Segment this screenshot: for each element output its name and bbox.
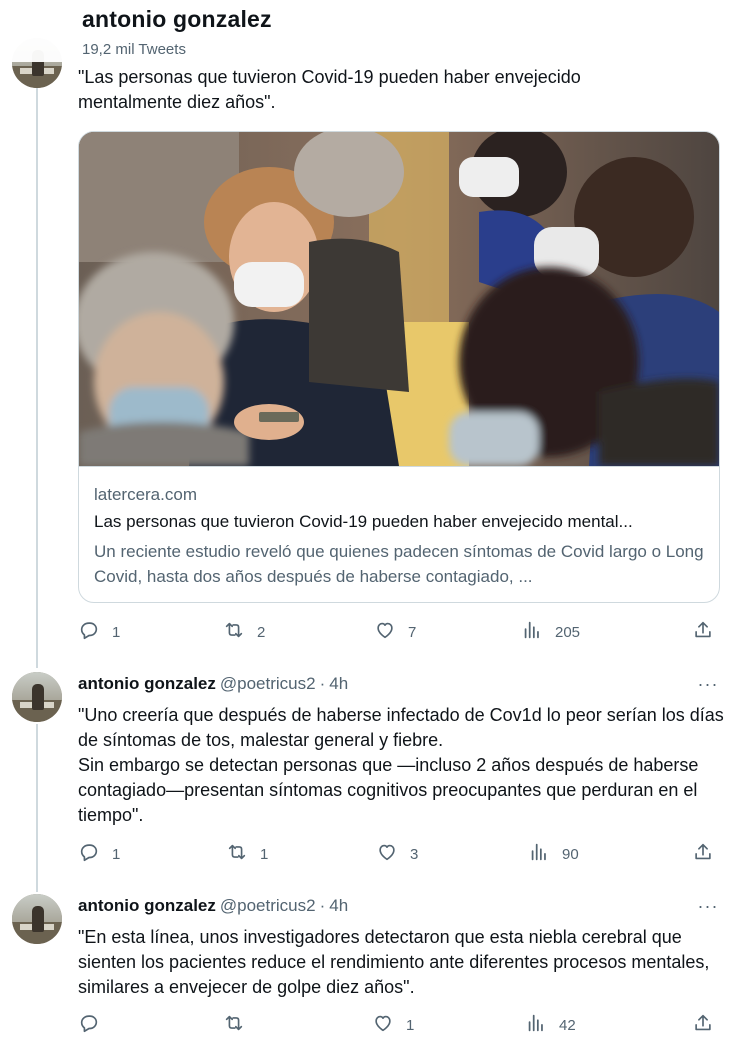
tweet-text: "En esta línea, unos investigadores dete…: [78, 927, 710, 997]
reply-button[interactable]: [78, 1013, 112, 1037]
tweet-text: "Uno creería que después de haberse infe…: [78, 705, 724, 825]
like-button[interactable]: 3: [376, 842, 418, 866]
like-count: 3: [410, 845, 419, 863]
retweet-count: 1: [260, 845, 269, 863]
views-icon: [525, 1012, 547, 1038]
separator-dot: ·: [319, 674, 326, 693]
card-domain: latercera.com: [94, 485, 197, 504]
views-icon: [528, 841, 550, 867]
share-icon: [692, 619, 714, 645]
views-button[interactable]: 42: [525, 1013, 576, 1037]
profile-header: antonio gonzalez 19,2 mil Tweets: [0, 0, 738, 62]
retweet-count: 2: [257, 623, 266, 641]
header-tweet-count: 19,2 mil Tweets: [82, 41, 186, 58]
retweet-icon: [226, 841, 248, 867]
more-icon[interactable]: ···: [696, 674, 720, 694]
retweet-button[interactable]: 2: [223, 620, 265, 644]
reply-icon: [78, 619, 100, 645]
reply-header: antonio gonzalez @poetricus2 · 4h: [78, 896, 348, 916]
author-handle[interactable]: @poetricus2: [220, 896, 316, 915]
thread-connector: [36, 724, 38, 892]
author-name[interactable]: antonio gonzalez: [78, 674, 216, 693]
like-count: 1: [406, 1016, 415, 1034]
card-description: Un reciente estudio reveló que quienes p…: [94, 542, 704, 586]
timestamp[interactable]: 4h: [329, 896, 348, 915]
separator-dot: ·: [319, 896, 326, 915]
reply-header: antonio gonzalez @poetricus2 · 4h: [78, 674, 348, 694]
tweet-text: "Las personas que tuvieron Covid-19 pued…: [78, 67, 581, 112]
views-count: 90: [562, 845, 579, 863]
thread-connector: [36, 88, 38, 668]
share-button[interactable]: [692, 620, 714, 644]
share-button[interactable]: [692, 1013, 714, 1037]
retweet-button[interactable]: 1: [226, 842, 268, 866]
like-count: 7: [408, 623, 417, 641]
header-profile-name: antonio gonzalez: [82, 6, 272, 32]
views-button[interactable]: 90: [528, 842, 579, 866]
like-icon: [374, 619, 396, 645]
share-button[interactable]: [692, 842, 714, 866]
reply-icon: [78, 1012, 100, 1038]
tweet-actions: 1 42: [78, 1013, 718, 1037]
author-handle[interactable]: @poetricus2: [220, 674, 316, 693]
reply-count: 1: [112, 623, 121, 641]
author-name[interactable]: antonio gonzalez: [78, 896, 216, 915]
views-button[interactable]: 205: [521, 620, 580, 644]
retweet-button[interactable]: [223, 1013, 257, 1037]
card-image[interactable]: [79, 132, 719, 466]
avatar[interactable]: [12, 672, 62, 722]
reply-count: 1: [112, 845, 121, 863]
more-icon[interactable]: ···: [696, 896, 720, 916]
retweet-icon: [223, 1012, 245, 1038]
views-count: 42: [559, 1016, 576, 1034]
views-icon: [521, 619, 543, 645]
share-icon: [692, 1012, 714, 1038]
timestamp[interactable]: 4h: [329, 674, 348, 693]
like-icon: [372, 1012, 394, 1038]
share-icon: [692, 841, 714, 867]
tweet-actions: 1 1 3 90: [78, 842, 718, 866]
like-button[interactable]: 1: [372, 1013, 414, 1037]
views-count: 205: [555, 623, 581, 641]
like-button[interactable]: 7: [374, 620, 416, 644]
link-card[interactable]: latercera.com Las personas que tuvieron …: [78, 131, 720, 603]
card-meta[interactable]: latercera.com Las personas que tuvieron …: [79, 466, 719, 602]
card-title: Las personas que tuvieron Covid-19 puede…: [94, 512, 633, 531]
reply-button[interactable]: 1: [78, 842, 120, 866]
retweet-icon: [223, 619, 245, 645]
reply-icon: [78, 841, 100, 867]
tweet-actions: 1 2 7 205: [78, 620, 718, 644]
reply-button[interactable]: 1: [78, 620, 120, 644]
like-icon: [376, 841, 398, 867]
avatar[interactable]: [12, 894, 62, 944]
